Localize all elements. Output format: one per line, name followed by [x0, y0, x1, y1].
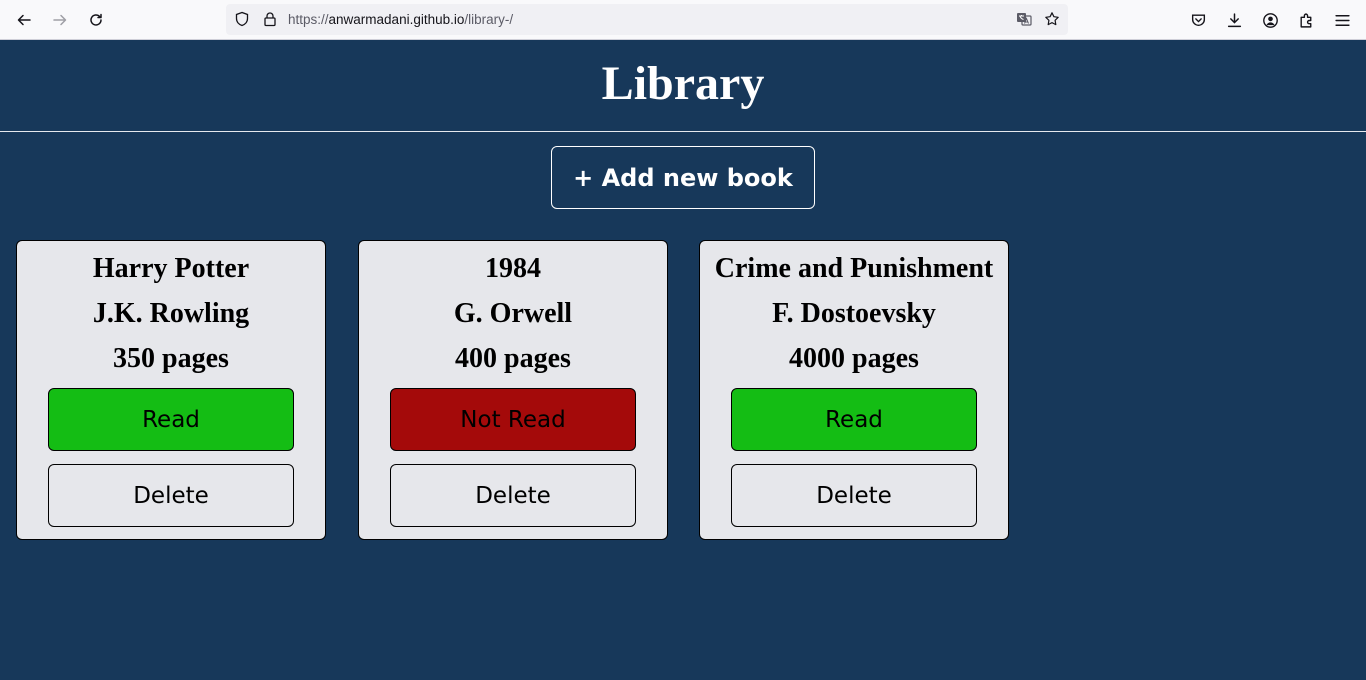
translate-icon[interactable] [1016, 11, 1032, 27]
url-path: /library-/ [464, 12, 514, 27]
menu-icon[interactable] [1330, 8, 1354, 32]
book-pages: 4000 pages [789, 343, 919, 374]
back-icon[interactable] [12, 8, 36, 32]
lock-icon[interactable] [262, 11, 278, 27]
page-title: Library [601, 57, 765, 110]
book-pages: 350 pages [113, 343, 229, 374]
read-status-button[interactable]: Read [48, 388, 294, 451]
book-title: Harry Potter [92, 253, 250, 284]
url-text[interactable]: https://anwarmadani.github.io/library-/ [288, 11, 513, 28]
bookmark-star-icon[interactable] [1044, 11, 1060, 27]
url-prefix: https:// [288, 12, 329, 27]
browser-toolbar: https://anwarmadani.github.io/library-/ [0, 0, 1366, 40]
add-book-button[interactable]: + Add new book [551, 146, 815, 209]
pocket-icon[interactable] [1186, 8, 1210, 32]
book-card: Crime and Punishment F. Dostoevsky 4000 … [699, 240, 1009, 540]
url-host: anwarmadani.github.io [328, 12, 465, 27]
delete-button[interactable]: Delete [731, 464, 977, 527]
delete-button[interactable]: Delete [48, 464, 294, 527]
read-status-button[interactable]: Read [731, 388, 977, 451]
book-pages: 400 pages [455, 343, 571, 374]
book-title: Crime and Punishment [714, 253, 994, 284]
book-author: F. Dostoevsky [772, 298, 936, 329]
download-icon[interactable] [1222, 8, 1246, 32]
extensions-icon[interactable] [1294, 8, 1318, 32]
read-status-button[interactable]: Not Read [390, 388, 636, 451]
reload-icon[interactable] [84, 8, 108, 32]
shield-icon[interactable] [234, 11, 250, 27]
delete-button[interactable]: Delete [390, 464, 636, 527]
book-author: G. Orwell [453, 298, 573, 329]
book-card: 1984 G. Orwell 400 pages Not Read Delete [358, 240, 668, 540]
account-icon[interactable] [1258, 8, 1282, 32]
url-bar[interactable]: https://anwarmadani.github.io/library-/ [226, 4, 1068, 35]
forward-icon[interactable] [48, 8, 72, 32]
page-header: Library [0, 40, 1366, 132]
book-author: J.K. Rowling [92, 298, 250, 329]
book-card: Harry Potter J.K. Rowling 350 pages Read… [16, 240, 326, 540]
book-title: 1984 [485, 253, 541, 284]
